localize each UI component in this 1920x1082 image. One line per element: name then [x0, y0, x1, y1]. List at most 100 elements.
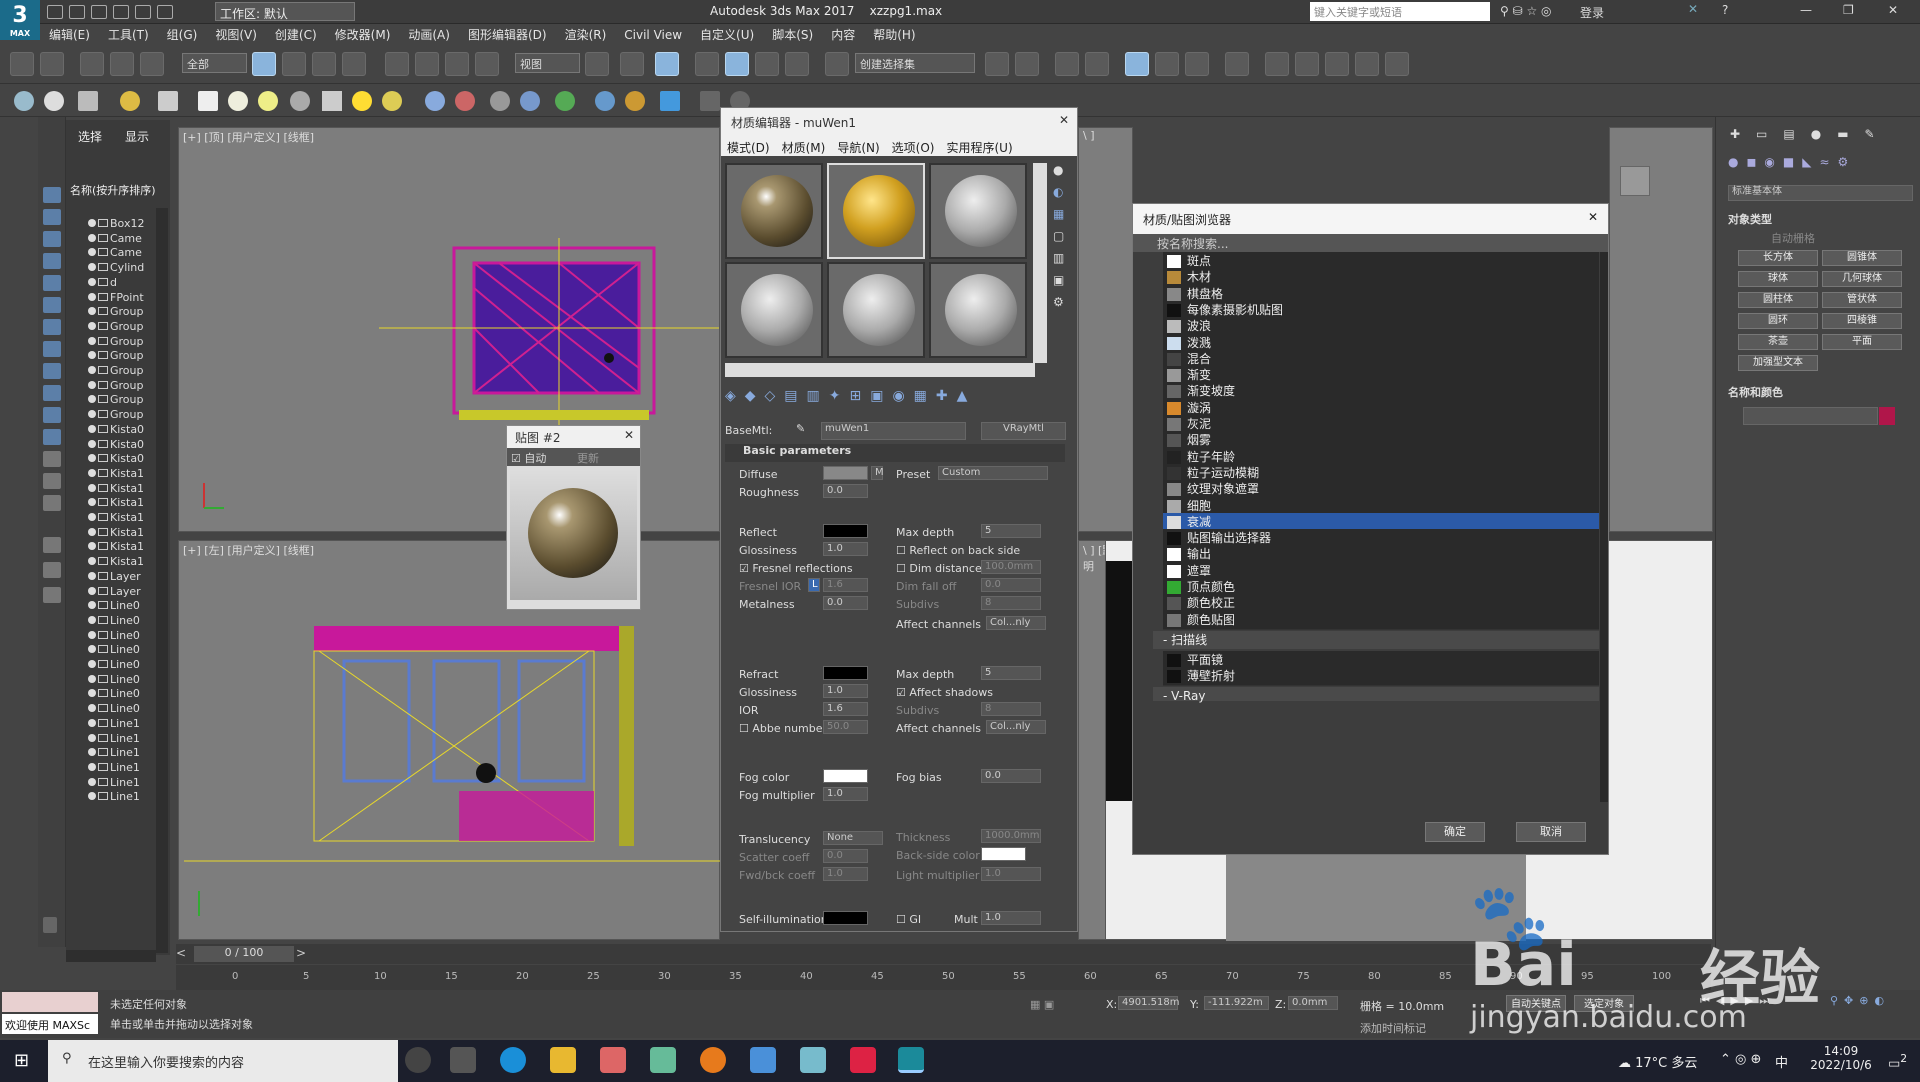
autodesk-x-icon[interactable]: ✕: [1688, 2, 1698, 16]
project-folder-icon[interactable]: [157, 5, 173, 19]
z-coordinate-field[interactable]: 0.0mm: [1288, 996, 1338, 1010]
menu-create[interactable]: 创建(C): [266, 24, 326, 45]
fresnel-ior-lock-button[interactable]: L: [808, 578, 820, 592]
vray-sphere-icon[interactable]: [520, 91, 540, 111]
affect-shadows-checkbox[interactable]: ☑ Affect shadows: [896, 686, 993, 699]
vray-ies-icon[interactable]: [290, 91, 310, 111]
display-hidden-icon[interactable]: [43, 429, 61, 445]
visibility-eye-icon[interactable]: [88, 792, 96, 801]
create-object-button[interactable]: 圆环: [1738, 313, 1818, 329]
auto-key-button[interactable]: 自动关键点: [1506, 995, 1566, 1012]
create-object-button[interactable]: 管状体: [1822, 292, 1902, 308]
add-time-tag[interactable]: 添加时间标记: [1360, 1020, 1426, 1036]
metalness-spinner[interactable]: 0.0: [823, 596, 868, 610]
vray-multi-icon[interactable]: [625, 91, 645, 111]
named-selection-dropdown[interactable]: 创建选择集: [855, 53, 975, 73]
material-slot-2[interactable]: [827, 163, 925, 259]
material-slot-5[interactable]: [827, 262, 925, 358]
track-bar[interactable]: 0 5 10 15 20 25 30 35 40 45 50 55 60 65 70 75 80 85 90 95 10…: [176, 965, 1711, 990]
clock[interactable]: 14:09 2022/10/6: [1806, 1044, 1876, 1072]
video-color-check-icon[interactable]: ▥: [1053, 251, 1075, 273]
display-lights-icon[interactable]: [43, 231, 61, 247]
vray-sun-icon[interactable]: [352, 91, 372, 111]
mat-menu-material[interactable]: 材质(M): [776, 136, 832, 159]
set-key-filter-dropdown[interactable]: 选定对象: [1574, 995, 1634, 1012]
file-explorer-icon[interactable]: [550, 1047, 576, 1073]
playback-controls[interactable]: ⏮◀▶▶⏭: [1700, 994, 1775, 1008]
visibility-eye-icon[interactable]: [88, 380, 96, 389]
display-geometry-icon[interactable]: [43, 187, 61, 203]
uv-tiling-icon[interactable]: ▢: [1053, 229, 1075, 251]
vray-plane-light-icon[interactable]: [198, 91, 218, 111]
basic-parameters-rollout[interactable]: Basic parameters: [725, 444, 1065, 462]
redo-icon[interactable]: [40, 52, 64, 76]
new-file-icon[interactable]: [47, 5, 63, 19]
object-color-swatch[interactable]: [1879, 407, 1895, 425]
login-button[interactable]: 登录: [1580, 4, 1604, 21]
visibility-eye-icon[interactable]: [88, 660, 96, 668]
time-slider-thumb[interactable]: 0 / 100: [194, 946, 294, 962]
roughness-spinner[interactable]: 0.0: [823, 484, 868, 498]
menu-scripting[interactable]: 脚本(S): [763, 24, 822, 45]
reference-coord-dropdown[interactable]: 视图: [515, 53, 580, 73]
diffuse-map-button[interactable]: M: [871, 466, 884, 480]
menu-edit[interactable]: 编辑(E): [40, 24, 99, 45]
affect-channels-dropdown[interactable]: Col...nly: [986, 616, 1046, 630]
create-object-button[interactable]: 四棱锥: [1822, 313, 1902, 329]
abbe-checkbox[interactable]: ☐ Abbe number: [739, 722, 827, 735]
scene-explorer-toggle-icon[interactable]: [1055, 52, 1079, 76]
material-name-field[interactable]: muWen1: [821, 422, 966, 440]
visibility-eye-icon[interactable]: [88, 219, 96, 227]
cloud-icon[interactable]: [14, 91, 34, 111]
visibility-eye-icon[interactable]: [88, 439, 96, 448]
visibility-eye-icon[interactable]: [88, 468, 96, 477]
vray-material-icon[interactable]: [595, 91, 615, 111]
ime-indicator[interactable]: 中: [1775, 1052, 1788, 1071]
viewcube-icon[interactable]: [1620, 166, 1650, 196]
display-bones-icon[interactable]: [43, 363, 61, 379]
app-icon-2[interactable]: [650, 1047, 676, 1073]
subdivs-spinner[interactable]: 8: [981, 596, 1041, 610]
visibility-eye-icon[interactable]: [88, 395, 96, 404]
reflect-color-swatch[interactable]: [823, 524, 868, 538]
browser-titlebar[interactable]: 材质/贴图浏览器 ✕: [1133, 204, 1608, 234]
display-containers-icon[interactable]: [43, 385, 61, 401]
slot-scrollbar[interactable]: [1033, 163, 1047, 363]
time-slider[interactable]: < 0 / 100 >: [176, 944, 1711, 964]
menu-content[interactable]: 内容: [822, 24, 864, 45]
toggle-ribbon-icon[interactable]: [1125, 52, 1149, 76]
gi-checkbox[interactable]: ☐ GI: [896, 913, 921, 926]
material-editor-toolbar[interactable]: ◈◆◇▤▥✦⊞▣◉▦✚▲: [725, 388, 1055, 410]
visibility-eye-icon[interactable]: [88, 615, 96, 624]
save-icon[interactable]: [91, 5, 107, 19]
name-column-header[interactable]: 名称(按升序排序): [66, 182, 170, 200]
minimize-button[interactable]: —: [1800, 3, 1812, 17]
app-icon-5[interactable]: [850, 1047, 876, 1073]
visibility-eye-icon[interactable]: [88, 748, 96, 757]
mat-menu-navigation[interactable]: 导航(N): [831, 136, 885, 159]
max-depth-spinner[interactable]: 5: [981, 524, 1041, 538]
viewport-right-top[interactable]: \ ]: [1078, 127, 1133, 532]
visibility-eye-icon[interactable]: [88, 321, 96, 330]
visibility-eye-icon[interactable]: [88, 630, 96, 639]
edit-named-selection-icon[interactable]: [825, 52, 849, 76]
isolate-lock-icons[interactable]: ▦ ▣: [1030, 998, 1054, 1011]
vray-plane-icon[interactable]: [490, 91, 510, 111]
visibility-eye-icon[interactable]: [88, 689, 96, 698]
preset-dropdown[interactable]: Custom: [938, 466, 1048, 480]
visibility-eye-icon[interactable]: [88, 777, 96, 786]
visibility-eye-icon[interactable]: [88, 733, 96, 742]
light-lister-icon[interactable]: [120, 91, 140, 111]
visibility-eye-icon[interactable]: [88, 248, 96, 257]
tray-icons[interactable]: ⌃ ◎ ⊕: [1720, 1052, 1761, 1067]
refr-max-depth-spinner[interactable]: 5: [981, 666, 1041, 680]
visibility-eye-icon[interactable]: [88, 263, 96, 272]
close-button[interactable]: ✕: [1888, 3, 1898, 17]
visibility-eye-icon[interactable]: [88, 542, 96, 551]
name-color-rollout[interactable]: 名称和颜色: [1728, 384, 1783, 400]
command-panel-tabs[interactable]: ✚▭▤●▬✎: [1730, 127, 1910, 145]
visibility-eye-icon[interactable]: [88, 557, 96, 566]
create-object-button[interactable]: 圆柱体: [1738, 292, 1818, 308]
frame-buffer-icon[interactable]: [78, 91, 98, 111]
select-by-name-icon[interactable]: [282, 52, 306, 76]
